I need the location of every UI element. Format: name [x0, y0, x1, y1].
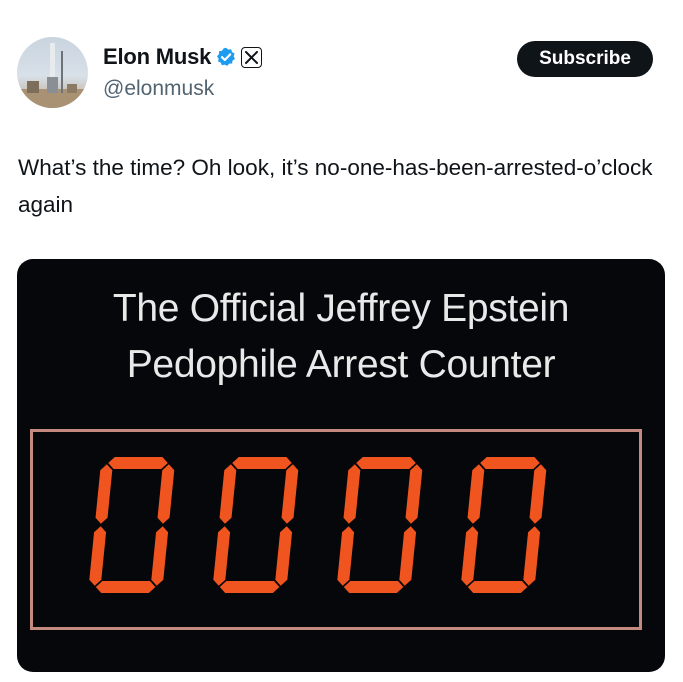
- digit-4-segment-a: [480, 457, 540, 469]
- digit-4-segment-e: [461, 526, 479, 586]
- digit-2-segment-c: [275, 526, 293, 586]
- digit-3-segment-a: [356, 457, 416, 469]
- digit-3-segment-d: [343, 581, 404, 593]
- tweet-media-image[interactable]: The Official Jeffrey Epstein Pedophile A…: [17, 259, 665, 672]
- counter-digits: [89, 457, 547, 593]
- tweet-text: What’s the time? Oh look, it’s no-one-ha…: [18, 155, 653, 217]
- digit-2-segment-f: [219, 464, 237, 524]
- digit-1-segment-b: [157, 464, 175, 524]
- digit-1-segment-e: [89, 526, 107, 586]
- digit-2-segment-b: [281, 464, 299, 524]
- digit-3-segment-b: [405, 464, 423, 524]
- digit-4-segment-b: [529, 464, 547, 524]
- digit-1-segment-d: [95, 581, 156, 593]
- author-handle[interactable]: @elonmusk: [103, 77, 214, 101]
- digit-2-segment-d: [219, 581, 280, 593]
- author-name[interactable]: Elon Musk: [103, 44, 211, 70]
- counter-title-line-1: The Official Jeffrey Epstein: [112, 287, 570, 330]
- digit-4-segment-f: [467, 464, 485, 524]
- author-name-row: Elon Musk: [103, 44, 263, 70]
- verified-badge-icon: [216, 47, 236, 67]
- digit-3-segment-c: [399, 526, 417, 586]
- digit-1-segment-f: [95, 464, 113, 524]
- digit-4-segment-d: [467, 581, 528, 593]
- digit-3-segment-f: [343, 464, 361, 524]
- digit-3-segment-e: [337, 526, 355, 586]
- x-logo-icon: [241, 46, 263, 68]
- digit-2-segment-a: [232, 457, 292, 469]
- rocket-launch-avatar: [17, 43, 88, 108]
- digit-4-segment-c: [523, 526, 541, 586]
- digit-2-segment-e: [213, 526, 231, 586]
- subscribe-button[interactable]: Subscribe: [517, 41, 653, 77]
- avatar[interactable]: [17, 37, 88, 108]
- digit-1-segment-c: [151, 526, 169, 586]
- counter-title-line-2: Pedophile Arrest Counter: [126, 343, 556, 386]
- digit-1-segment-a: [108, 457, 168, 469]
- counter-title: The Official Jeffrey Epstein Pedophile A…: [17, 281, 665, 393]
